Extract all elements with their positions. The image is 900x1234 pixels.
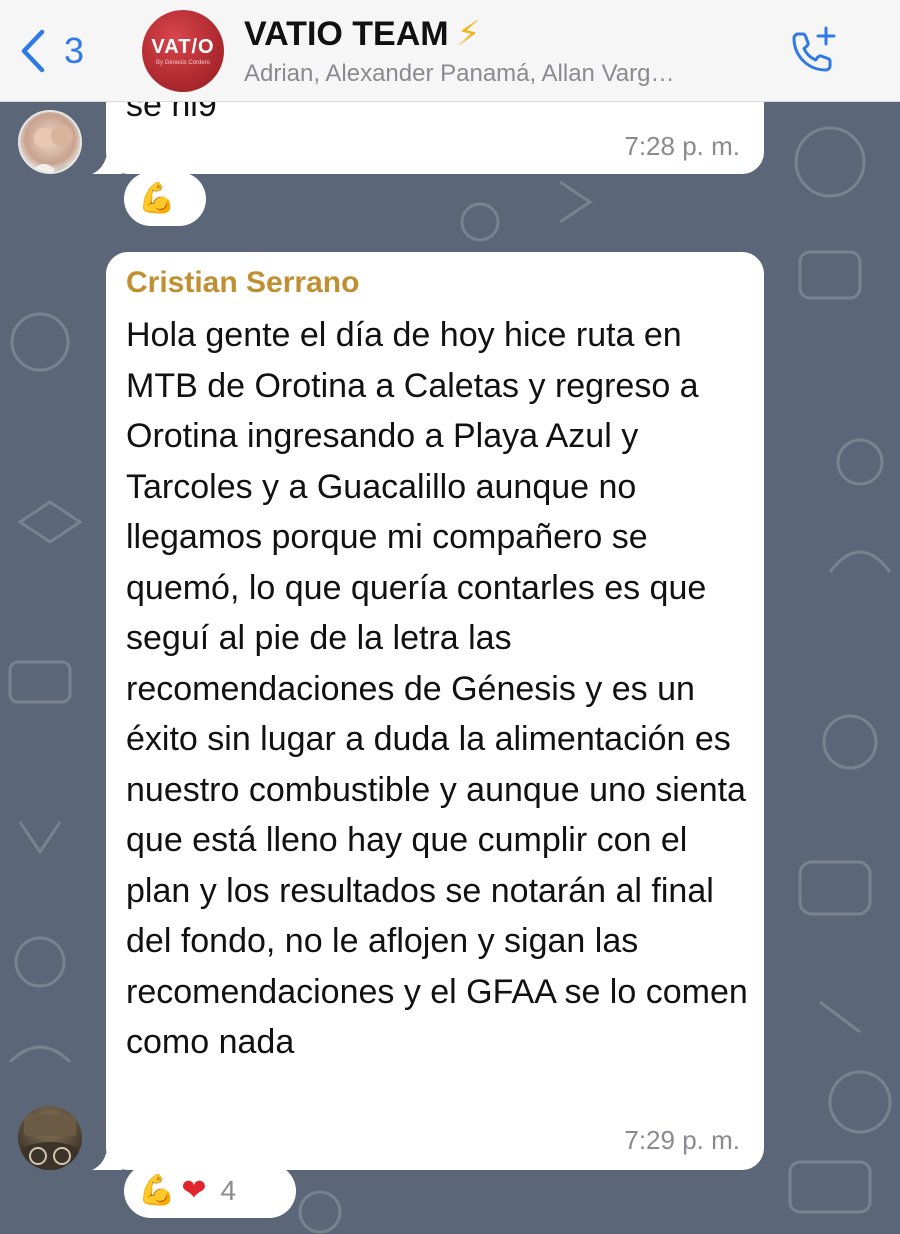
add-call-icon bbox=[792, 26, 836, 72]
message-bubble[interactable]: Cristian Serrano Hola gente el día de ho… bbox=[92, 252, 764, 1170]
chat-header: 3 VAT/O By Génesis Cordero VATIO TEAM ⚡ A… bbox=[0, 0, 900, 102]
bubble-tail bbox=[92, 148, 122, 174]
sender-avatar[interactable] bbox=[18, 110, 82, 174]
avatar-photo bbox=[22, 1114, 78, 1170]
chat-members[interactable]: Adrian, Alexander Panamá, Allan Varg… bbox=[244, 60, 754, 88]
group-logo-text: VAT/O bbox=[151, 36, 215, 58]
chat-area[interactable]: se hi9 7:28 p. m. 💪 Cristian Serrano Hol… bbox=[0, 102, 900, 1234]
chevron-left-icon bbox=[21, 29, 45, 73]
sender-name[interactable]: Cristian Serrano bbox=[126, 266, 359, 300]
add-call-button[interactable] bbox=[784, 24, 840, 80]
message-time: 7:28 p. m. bbox=[624, 131, 740, 161]
group-logo-subtext: By Génesis Cordero bbox=[155, 60, 211, 66]
flexed-biceps-icon[interactable]: 💪 bbox=[138, 1176, 175, 1206]
message-text: Hola gente el día de hoy hice ruta en MT… bbox=[126, 316, 748, 1061]
message-time: 7:29 p. m. bbox=[624, 1125, 740, 1155]
flexed-biceps-icon[interactable]: 💪 bbox=[138, 184, 175, 214]
unread-count: 3 bbox=[64, 30, 85, 71]
message-bubble[interactable]: se hi9 7:28 p. m. bbox=[92, 102, 764, 174]
back-button[interactable]: 3 bbox=[18, 26, 108, 76]
reaction-bar[interactable]: 💪 ❤ 4 bbox=[124, 1164, 296, 1218]
lightning-icon: ⚡ bbox=[456, 15, 481, 53]
heart-icon[interactable]: ❤ bbox=[181, 1176, 206, 1206]
message-text: se hi9 bbox=[126, 102, 217, 124]
group-avatar[interactable]: VAT/O By Génesis Cordero bbox=[142, 10, 224, 92]
reaction-count: 4 bbox=[220, 1175, 237, 1206]
bubble-tail bbox=[92, 1144, 122, 1170]
reaction-bar[interactable]: 💪 bbox=[124, 172, 206, 226]
chat-title-text: VATIO TEAM bbox=[244, 15, 449, 53]
sender-avatar[interactable] bbox=[18, 1106, 82, 1170]
chat-title[interactable]: VATIO TEAM ⚡ bbox=[244, 14, 481, 54]
